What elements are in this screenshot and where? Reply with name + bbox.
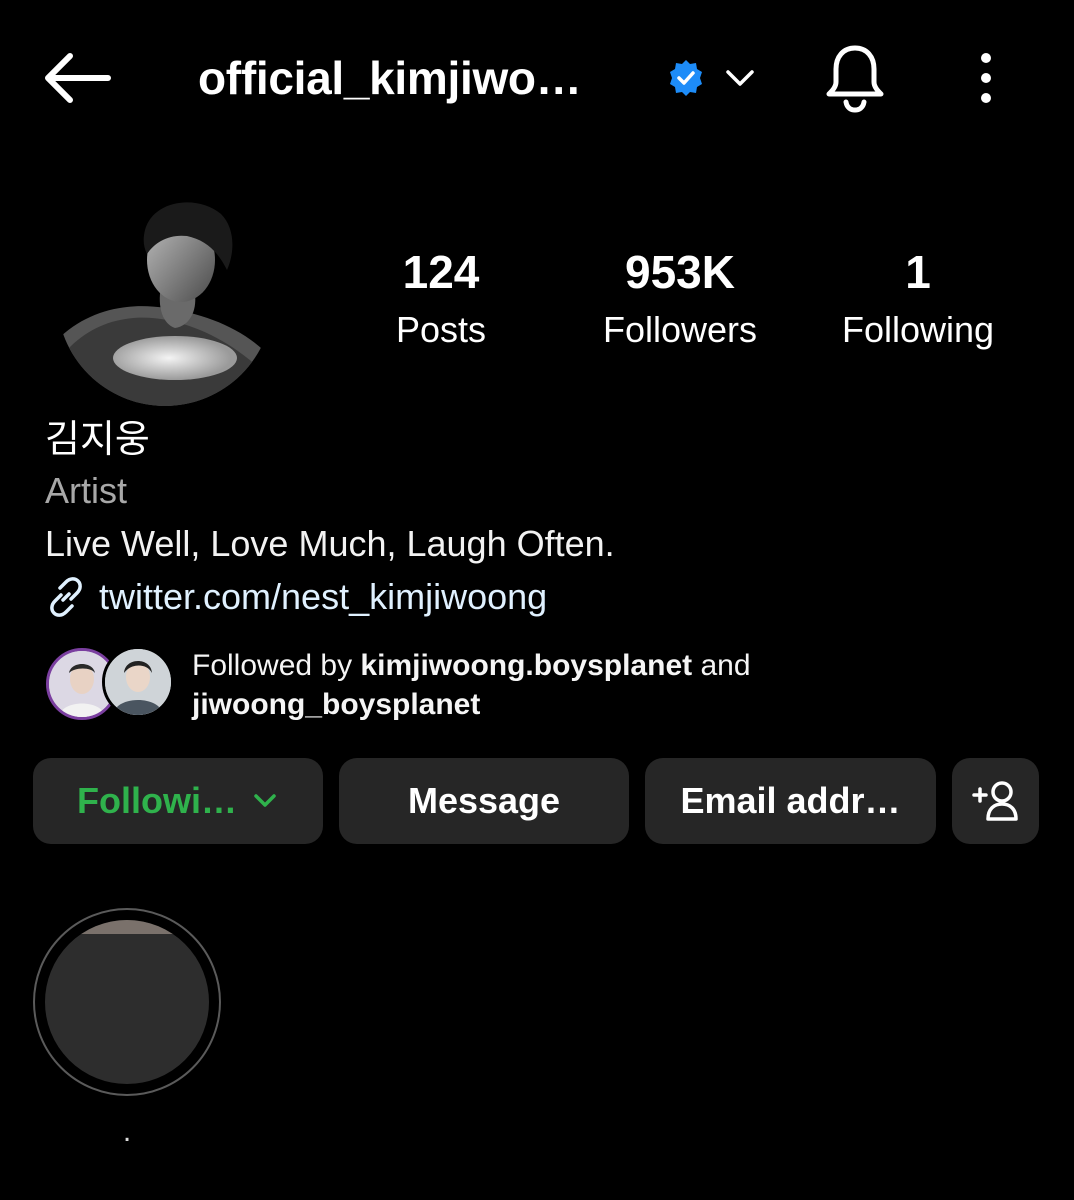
chevron-down-icon[interactable] xyxy=(724,63,756,91)
profile-link-text[interactable]: twitter.com/nest_kimjiwoong xyxy=(99,576,547,618)
profile-category: Artist xyxy=(45,470,128,511)
profile-avatar[interactable] xyxy=(57,190,273,406)
back-arrow-icon[interactable] xyxy=(40,50,114,106)
message-button[interactable]: Message xyxy=(339,758,629,844)
verified-badge-icon xyxy=(670,60,702,96)
message-button-label: Message xyxy=(407,780,561,821)
followed-by-text[interactable]: Followed by kimjiwoong.boysplanet and ji… xyxy=(192,646,751,724)
bell-icon[interactable] xyxy=(822,42,888,114)
following-button-label: Followi… xyxy=(77,780,237,821)
story-highlight-label: . xyxy=(122,1115,132,1148)
display-name: 김지웅 xyxy=(45,417,150,461)
avatar-photo xyxy=(57,190,273,406)
stat-label: Posts xyxy=(395,309,487,350)
mutual-followers-avatars[interactable] xyxy=(46,646,174,720)
add-person-icon xyxy=(971,781,1018,821)
followed-by-conjunction: and xyxy=(692,649,751,682)
highlight-cover-image-edge xyxy=(45,920,209,934)
followed-by-line-2: jiwoong_boysplanet xyxy=(192,685,751,724)
followed-by-line-1: Followed by kimjiwoong.boysplanet and xyxy=(192,646,751,685)
followed-by-prefix: Followed by xyxy=(192,649,361,682)
suggested-people-button[interactable] xyxy=(952,758,1039,844)
following-button[interactable]: Followi… xyxy=(33,758,323,844)
stat-followers[interactable]: 953K Followers xyxy=(570,244,790,360)
stat-label: Followers xyxy=(602,309,758,350)
mutual-avatar xyxy=(102,646,174,718)
email-button-label: Email addr… xyxy=(680,780,901,821)
email-button[interactable]: Email addr… xyxy=(645,758,936,844)
profile-bio: Live Well, Love Much, Laugh Often. xyxy=(45,523,615,564)
stat-posts[interactable]: 124 Posts xyxy=(331,244,551,360)
mutual-user-1[interactable]: kimjiwoong.boysplanet xyxy=(360,649,692,682)
story-highlight-cover[interactable] xyxy=(42,917,212,1087)
stat-value: 953K xyxy=(625,246,735,298)
more-vertical-icon[interactable] xyxy=(970,50,1002,106)
stat-label: Following xyxy=(841,309,995,350)
profile-username[interactable]: official_kimjiwo… xyxy=(198,50,582,106)
profile-link[interactable]: twitter.com/nest_kimjiwoong xyxy=(45,572,547,622)
chevron-down-icon xyxy=(254,794,276,807)
stat-value: 124 xyxy=(402,246,480,298)
mutual-user-2[interactable]: jiwoong_boysplanet xyxy=(192,688,480,721)
stat-value: 1 xyxy=(905,246,931,298)
link-icon xyxy=(50,577,82,617)
stat-following[interactable]: 1 Following xyxy=(808,244,1028,360)
